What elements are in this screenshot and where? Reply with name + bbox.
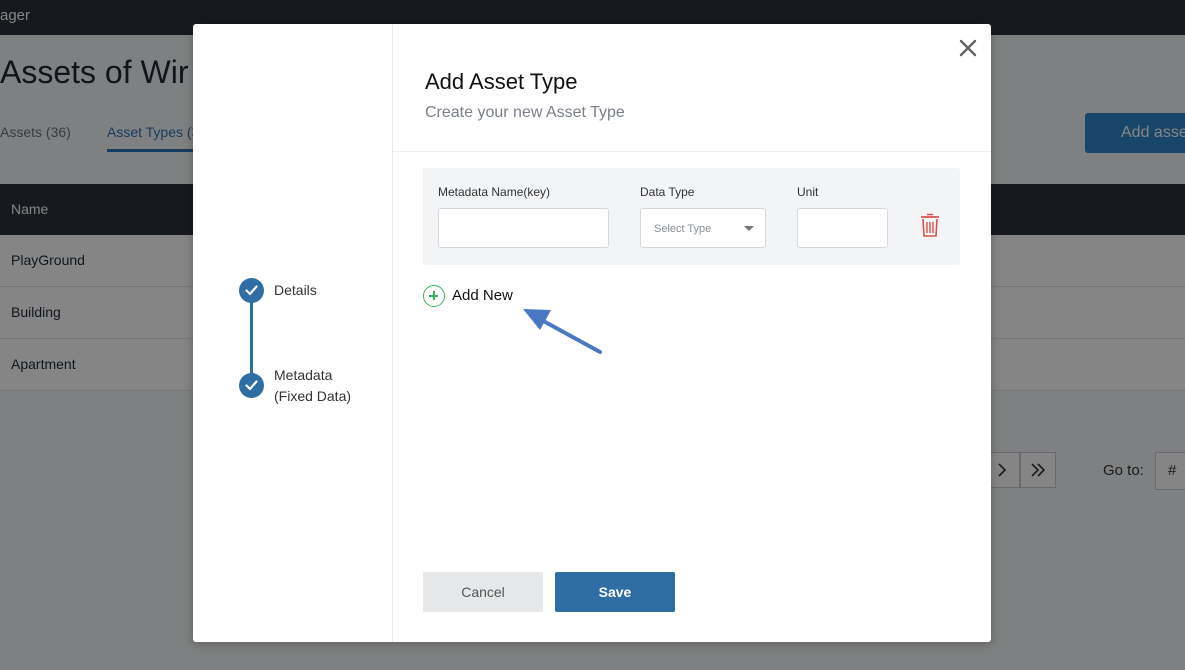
add-new-label: Add New bbox=[452, 287, 513, 304]
caret-down-icon bbox=[744, 226, 754, 231]
modal-title: Add Asset Type bbox=[425, 69, 578, 94]
unit-label: Unit bbox=[797, 185, 819, 199]
modal-subtitle: Create your new Asset Type bbox=[425, 104, 625, 121]
step-details-label[interactable]: Details bbox=[274, 280, 317, 301]
add-asset-type-modal: Details Metadata (Fixed Data) Add Asset … bbox=[193, 24, 991, 642]
unit-input[interactable] bbox=[797, 208, 888, 248]
metadata-row: Metadata Name(key) Data Type Unit Select… bbox=[423, 168, 960, 265]
metadata-name-input[interactable] bbox=[438, 208, 609, 248]
step-metadata-check-icon[interactable] bbox=[239, 373, 264, 398]
step-details-check-icon[interactable] bbox=[239, 278, 264, 303]
divider bbox=[393, 151, 991, 152]
save-button[interactable]: Save bbox=[555, 572, 675, 612]
cancel-button[interactable]: Cancel bbox=[423, 572, 543, 612]
data-type-label: Data Type bbox=[640, 185, 695, 199]
annotation-arrow-icon bbox=[523, 309, 602, 354]
step-metadata-label[interactable]: Metadata (Fixed Data) bbox=[274, 365, 364, 407]
metadata-name-label: Metadata Name(key) bbox=[438, 185, 551, 199]
plus-circle-icon bbox=[423, 285, 445, 307]
data-type-placeholder: Select Type bbox=[654, 223, 712, 235]
close-icon[interactable] bbox=[956, 36, 980, 60]
data-type-select[interactable]: Select Type bbox=[640, 208, 766, 248]
stepper: Details Metadata (Fixed Data) bbox=[193, 24, 393, 642]
trash-icon[interactable] bbox=[920, 212, 940, 238]
